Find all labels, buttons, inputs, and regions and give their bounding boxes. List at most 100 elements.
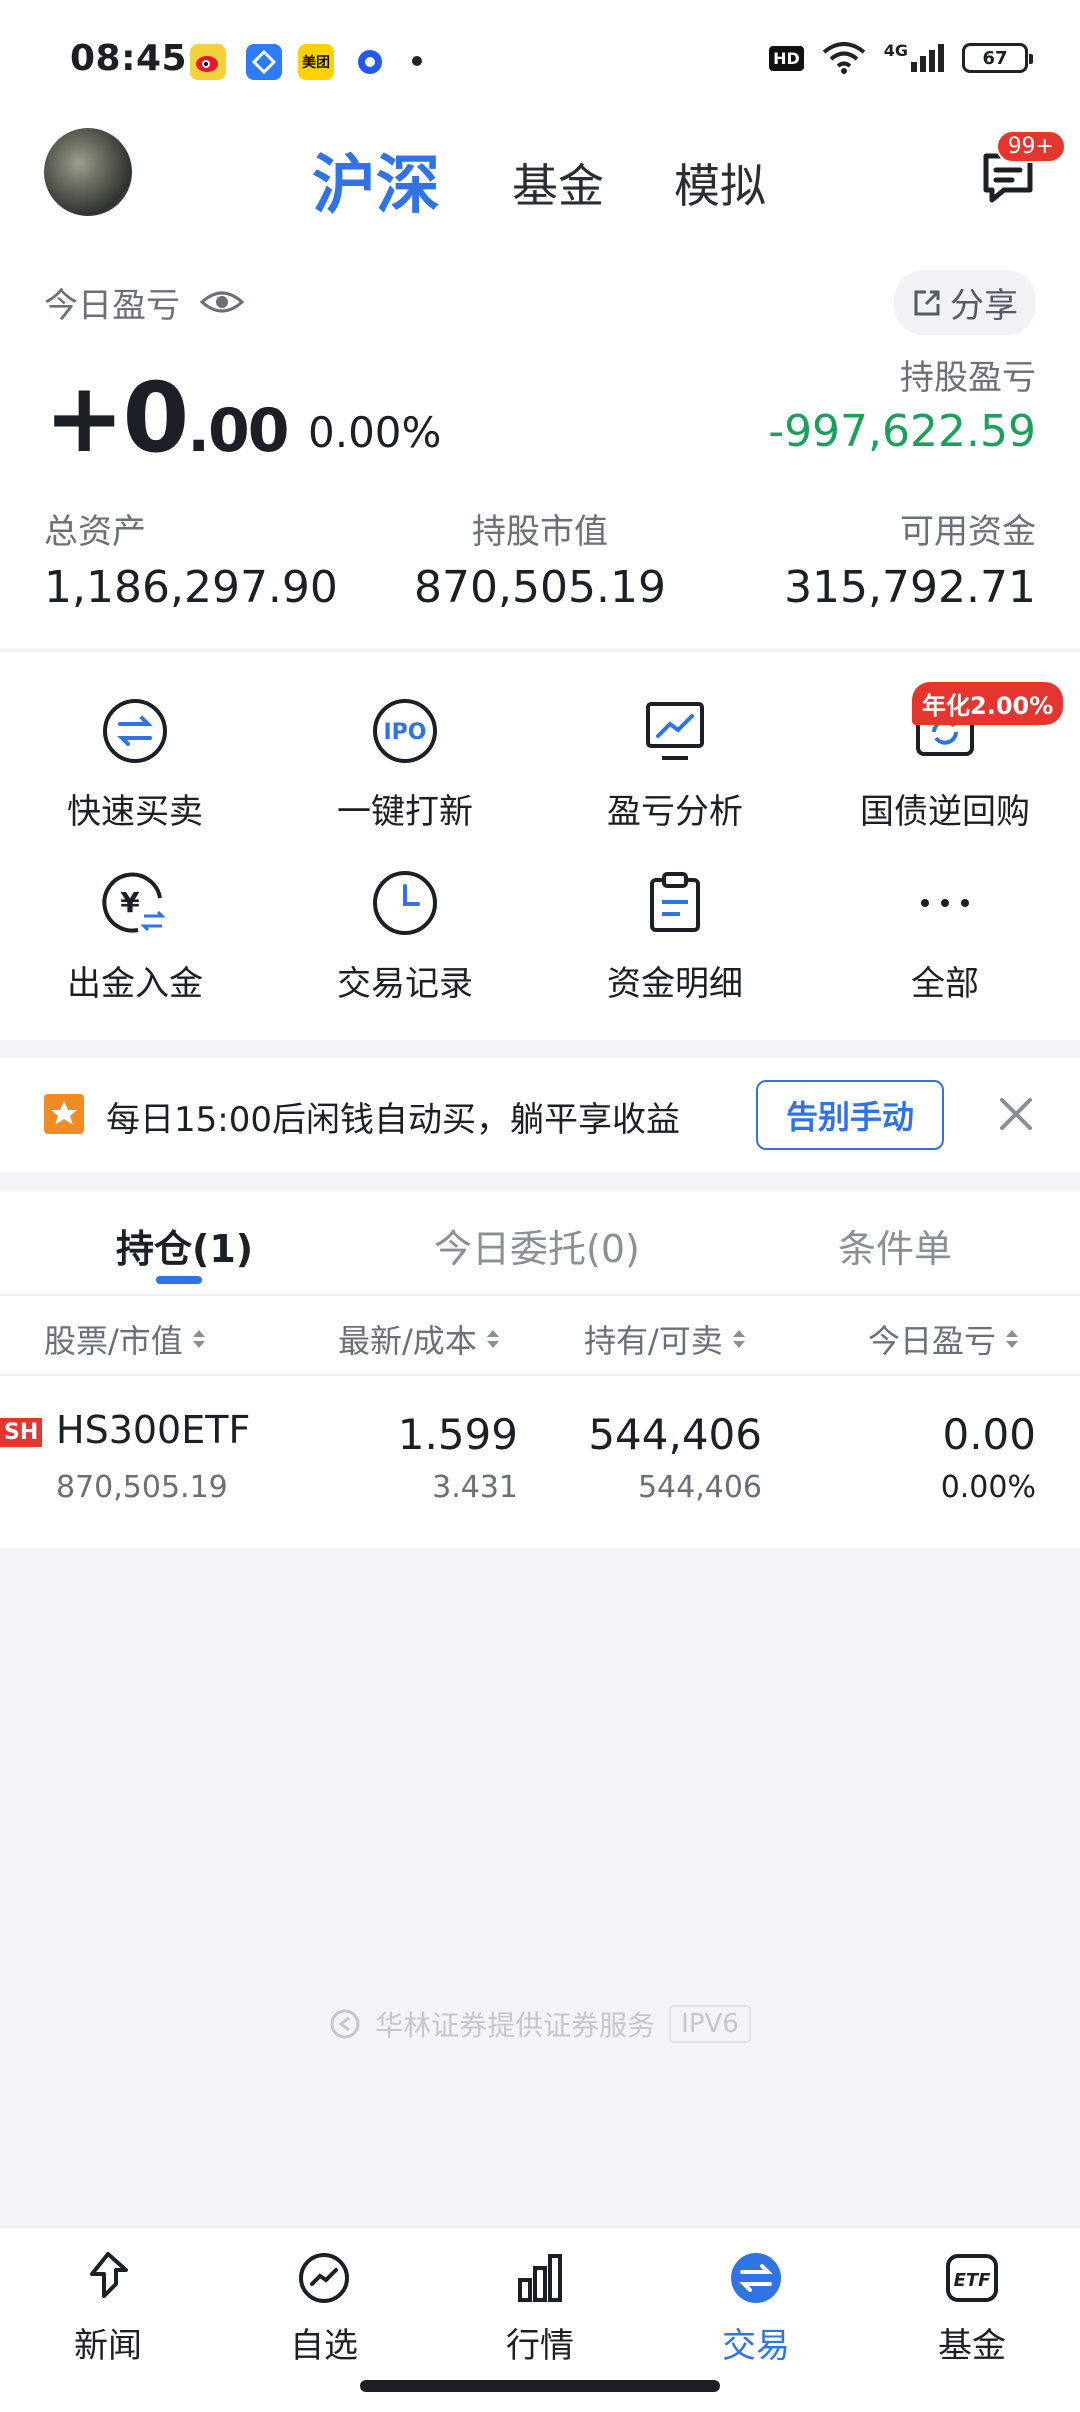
action-all[interactable]: 全部 — [810, 824, 1080, 1004]
watchlist-icon — [299, 2253, 349, 2303]
positions-tabs: 持仓(1) 今日委托(0) 条件单 — [0, 1190, 1080, 1294]
active-tab-indicator — [156, 1276, 202, 1284]
nav-trade[interactable]: 交易 — [648, 2250, 864, 2367]
action-label: 资金明细 — [607, 964, 743, 1004]
today-pnl-percent: 0.00% — [308, 408, 442, 457]
tab-fund[interactable]: 基金 — [512, 150, 604, 216]
column-label: 持有/可卖 — [584, 1322, 723, 1360]
market-icon — [518, 2254, 562, 2302]
today-pnl-dec: .00 — [187, 396, 289, 466]
action-fund-details[interactable]: 资金明细 — [540, 824, 810, 1004]
today-pnl-int: +0 — [44, 362, 189, 474]
action-label: 出金入金 — [67, 964, 203, 1004]
nav-label: 行情 — [506, 2326, 574, 2366]
column-latest-cost[interactable]: 最新/成本 — [338, 1316, 501, 1362]
tab-holdings[interactable]: 持仓(1) — [116, 1218, 253, 1273]
signal-icon: 4G — [884, 41, 944, 72]
ipo-icon: IPO — [373, 699, 437, 763]
available-funds-value: 315,792.71 — [784, 562, 1036, 613]
broker-footer: 华林证券提供证券服务 IPV6 — [0, 2004, 1080, 2044]
more-icon — [921, 899, 969, 907]
svg-text:¥: ¥ — [120, 886, 140, 919]
clipboard-icon — [650, 872, 700, 932]
nav-watchlist[interactable]: 自选 — [216, 2250, 432, 2367]
action-deposit-withdraw[interactable]: ¥ 出金入金 — [0, 824, 270, 1004]
stock-market-value: 870,505.19 — [56, 1470, 228, 1505]
action-label: 全部 — [911, 964, 979, 1004]
close-icon[interactable] — [996, 1094, 1036, 1134]
etf-icon: ETF — [946, 2254, 998, 2302]
hd-icon: HD — [769, 45, 804, 71]
action-ipo[interactable]: IPO 一键打新 — [270, 652, 540, 832]
action-trade-records[interactable]: 交易记录 — [270, 824, 540, 1004]
yuan-transfer-icon: ¥ — [102, 872, 166, 933]
tab-shanghai-shenzhen[interactable]: 沪深 — [312, 134, 440, 226]
broker-logo-icon — [330, 2009, 360, 2039]
nav-fund[interactable]: ETF 基金 — [864, 2250, 1080, 2367]
action-reverse-repo[interactable]: 国债逆回购 — [810, 652, 1080, 832]
hold-quantity: 544,406 — [588, 1410, 762, 1459]
app-notification-icon — [246, 44, 282, 80]
wifi-icon — [822, 42, 865, 74]
nav-news[interactable]: 新闻 — [0, 2250, 216, 2367]
today-pnl-value: +0.00 — [44, 362, 290, 474]
banner-text: 每日15:00后闲钱自动买，躺平享收益 — [106, 1100, 680, 1140]
nav-label: 自选 — [290, 2326, 358, 2366]
action-pnl-analysis[interactable]: 盈亏分析 — [540, 652, 810, 832]
apr-badge: 年化2.00% — [912, 682, 1064, 725]
message-badge: 99+ — [995, 130, 1066, 163]
home-indicator[interactable] — [360, 2380, 720, 2392]
top-header: 沪深 基金 模拟 99+ — [0, 120, 1080, 250]
column-label: 今日盈亏 — [868, 1322, 997, 1360]
column-stock-value[interactable]: 股票/市值 — [44, 1316, 207, 1362]
action-label: 交易记录 — [337, 964, 473, 1004]
tab-conditional-orders[interactable]: 条件单 — [838, 1218, 952, 1273]
tab-simulation[interactable]: 模拟 — [674, 150, 766, 216]
more-notifications-dot — [412, 56, 422, 66]
share-button[interactable]: 分享 — [894, 270, 1036, 335]
chart-monitor-icon — [646, 702, 704, 760]
nav-label: 交易 — [722, 2326, 790, 2366]
eye-icon[interactable] — [200, 288, 244, 316]
nav-label: 新闻 — [74, 2326, 142, 2366]
table-row[interactable]: SH HS300ETF 870,505.19 1.599 3.431 544,4… — [0, 1376, 1080, 1548]
swap-icon — [103, 699, 167, 763]
status-time: 08:45 — [70, 38, 188, 79]
stock-name: HS300ETF — [56, 1408, 251, 1452]
clock-icon — [373, 871, 437, 935]
column-hold-sellable[interactable]: 持有/可卖 — [584, 1316, 747, 1362]
broker-note: 华林证券提供证券服务 — [375, 2009, 656, 2042]
account-summary: 今日盈亏 分享 +0.00 0.00% 持股盈亏 -997,622.59 总资产… — [0, 250, 1080, 648]
sort-icon — [732, 1330, 745, 1348]
news-icon — [90, 2252, 128, 2298]
row-today-pnl-percent: 0.00% — [940, 1470, 1036, 1505]
sort-icon — [192, 1330, 205, 1348]
share-icon — [914, 290, 940, 315]
column-today-pnl[interactable]: 今日盈亏 — [868, 1316, 1020, 1362]
column-label: 最新/成本 — [338, 1322, 477, 1360]
trade-icon — [731, 2253, 781, 2303]
weibo-icon — [190, 44, 226, 80]
share-label: 分享 — [950, 286, 1018, 326]
sort-icon — [1006, 1330, 1019, 1348]
hold-pnl-value: -997,622.59 — [768, 406, 1036, 457]
row-today-pnl: 0.00 — [942, 1410, 1036, 1459]
star-icon — [44, 1094, 84, 1134]
avatar[interactable] — [44, 128, 132, 216]
ipv6-tag: IPV6 — [669, 2005, 751, 2043]
tab-today-orders[interactable]: 今日委托(0) — [434, 1218, 640, 1273]
battery-icon: 67 — [962, 43, 1033, 73]
banner-action-button[interactable]: 告别手动 — [756, 1080, 944, 1150]
svg-text:ETF: ETF — [954, 2270, 992, 2291]
meituan-icon: 美团 — [298, 44, 334, 80]
hold-pnl-label: 持股盈亏 — [900, 358, 1036, 398]
cost-price: 3.431 — [432, 1470, 518, 1505]
latest-price: 1.599 — [397, 1410, 518, 1459]
today-pnl-label: 今日盈亏 — [44, 286, 180, 326]
sellable-quantity: 544,406 — [637, 1470, 762, 1505]
nav-label: 基金 — [938, 2326, 1006, 2366]
sort-icon — [486, 1330, 499, 1348]
action-quick-trade[interactable]: 快速买卖 — [0, 652, 270, 832]
quick-actions: 快速买卖 IPO 一键打新 盈亏分析 国债逆回购 年化2.00% ¥ 出金入金 … — [0, 650, 1080, 1040]
nav-market[interactable]: 行情 — [432, 2250, 648, 2367]
